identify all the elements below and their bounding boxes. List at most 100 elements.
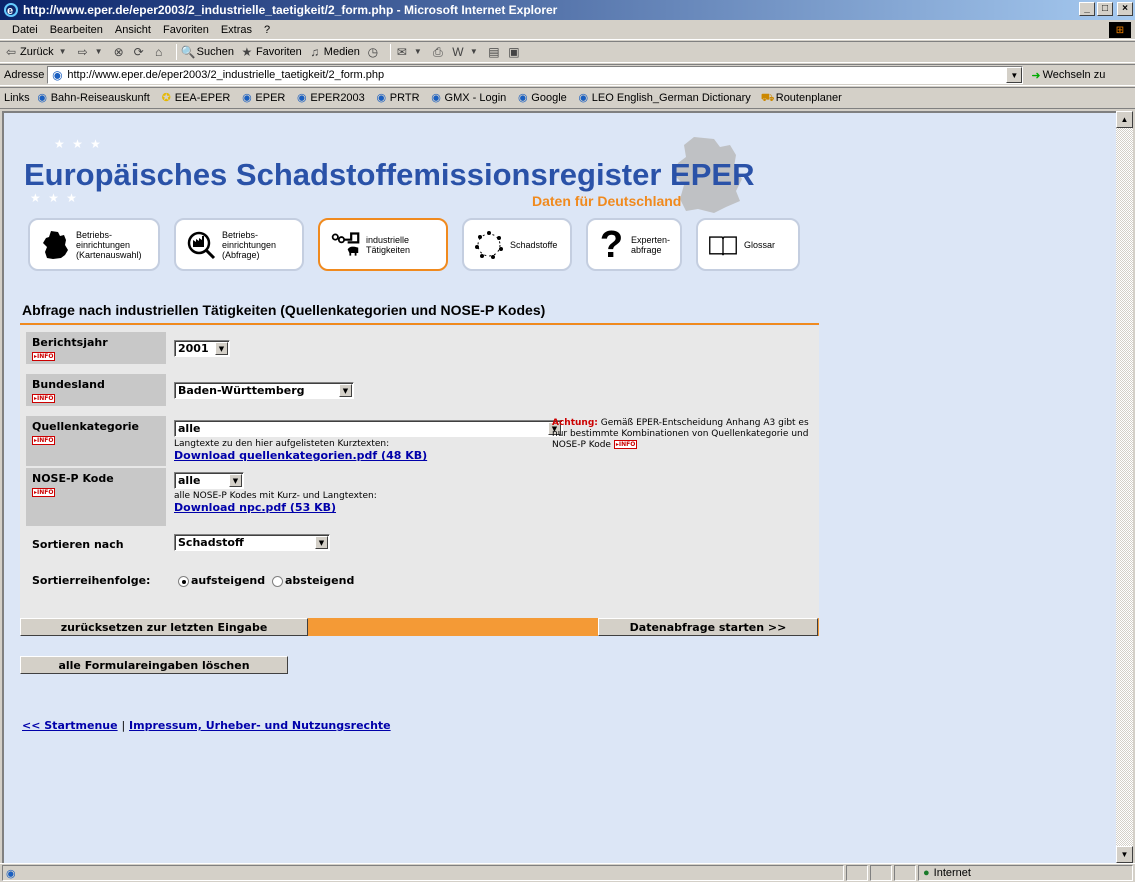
year-select[interactable]: 2001 ▼ <box>174 340 230 357</box>
download-npc-pdf-link[interactable]: Download npc.pdf (53 KB) <box>174 501 336 514</box>
word-button[interactable]: W ▼ <box>451 45 481 59</box>
vertical-scrollbar[interactable]: ▲ ▼ <box>1116 111 1133 863</box>
imprint-link[interactable]: Impressum, Urheber- und Nutzungsrechte <box>129 719 391 732</box>
nose-code-select[interactable]: alle ▼ <box>174 472 244 489</box>
order-descending-radio[interactable] <box>271 575 283 587</box>
sort-select[interactable]: Schadstoff ▼ <box>174 534 330 551</box>
search-button[interactable]: 🔍 Suchen <box>181 45 234 59</box>
maximize-button[interactable]: □ <box>1097 2 1113 16</box>
address-label: Adresse <box>4 69 45 81</box>
combination-warning: Achtung: Gemäß EPER-Entscheidung Anhang … <box>552 418 809 450</box>
go-arrow-icon: ➜ <box>1031 69 1041 82</box>
scroll-down-button[interactable]: ▼ <box>1116 846 1133 863</box>
start-menu-link[interactable]: << Startmenue <box>22 719 118 732</box>
question-mark-icon: ? <box>599 223 624 266</box>
stop-icon: ⊗ <box>113 45 124 59</box>
address-dropdown-button[interactable]: ▼ <box>1006 67 1023 83</box>
link-prtr[interactable]: ◉ PRTR <box>375 92 419 105</box>
query-form: Berichtsjahr ▸INFO 2001 ▼ Bundesland ▸INF… <box>20 326 819 618</box>
close-button[interactable]: × <box>1117 2 1133 16</box>
links-label: Links <box>4 92 30 104</box>
dropdown-arrow-icon: ▼ <box>469 47 478 56</box>
status-bar: ◉ ● Internet <box>0 863 1135 882</box>
menu-favorites[interactable]: Favoriten <box>157 24 215 36</box>
page-icon: ◉ <box>52 68 63 82</box>
svg-text:e: e <box>7 5 13 17</box>
menu-edit[interactable]: Bearbeiten <box>44 24 109 36</box>
link-leo[interactable]: ◉ LEO English_German Dictionary <box>577 91 750 105</box>
info-badge[interactable]: ▸INFO <box>32 393 56 403</box>
media-button[interactable]: ♫ Medien <box>308 45 360 59</box>
clear-all-button[interactable]: alle Formulareingaben löschen <box>20 656 288 674</box>
nose-label-cell: NOSE-P Kode ▸INFO <box>26 468 166 526</box>
search-icon: 🔍 <box>180 45 196 59</box>
link-bahn[interactable]: ◉ Bahn-Reiseauskunft <box>36 91 149 105</box>
forward-arrow-icon: ⇨ <box>77 45 88 59</box>
mail-button[interactable]: ✉ ▼ <box>395 45 425 59</box>
nose-hint: alle NOSE-P Kodes mit Kurz- und Langtext… <box>174 491 377 501</box>
favorites-button[interactable]: ★ Favoriten <box>240 45 302 59</box>
ie-page-icon: ◉ <box>242 91 252 104</box>
nav-facilities-map[interactable]: Betriebs-einrichtungen (Kartenauswahl) <box>28 218 160 271</box>
print-button[interactable]: ⎙ <box>431 45 445 59</box>
menu-tools[interactable]: Extras <box>215 24 258 36</box>
history-button[interactable]: ◷ <box>366 45 380 59</box>
source-label-cell: Quellenkategorie ▸INFO <box>26 416 166 466</box>
dropdown-arrow-icon: ▼ <box>315 536 328 549</box>
info-badge[interactable]: ▸INFO <box>32 487 56 497</box>
nav-pollutants[interactable]: Schadstoffe <box>462 218 572 271</box>
nav-facilities-query[interactable]: Betriebs-einrichtungen (Abfrage) <box>174 218 304 271</box>
menu-file[interactable]: Datei <box>6 24 44 36</box>
back-button[interactable]: ⇦ Zurück ▼ <box>4 45 70 59</box>
menu-view[interactable]: Ansicht <box>109 24 157 36</box>
nav-glossary[interactable]: Glossar <box>696 218 800 271</box>
footer-links: << Startmenue | Impressum, Urheber- und … <box>22 719 391 732</box>
scroll-up-button[interactable]: ▲ <box>1116 111 1133 128</box>
address-input[interactable]: ◉ http://www.eper.de/eper2003/2_industri… <box>47 66 1024 84</box>
menu-bar: Datei Bearbeiten Ansicht Favoriten Extra… <box>0 20 1135 40</box>
nav-industrial-activities[interactable]: industrielle Tätigkeiten <box>318 218 448 271</box>
home-button[interactable]: ⌂ <box>152 45 166 59</box>
menu-help[interactable]: ? <box>258 24 276 36</box>
ie-page-icon: ◉ <box>578 91 589 104</box>
discuss-button[interactable]: ▤ <box>487 45 501 59</box>
nav-expert-query[interactable]: ? Experten-abfrage <box>586 218 682 271</box>
address-url: http://www.eper.de/eper2003/2_industriel… <box>67 69 385 81</box>
window-title: http://www.eper.de/eper2003/2_industriel… <box>23 3 558 17</box>
industry-animal-icon <box>330 230 360 260</box>
favorites-icon: ★ <box>241 45 253 59</box>
state-select[interactable]: Baden-Württemberg ▼ <box>174 382 354 399</box>
link-gmx[interactable]: ◉ GMX - Login <box>430 91 506 105</box>
minimize-button[interactable]: _ <box>1079 2 1095 16</box>
year-label-cell: Berichtsjahr ▸INFO <box>26 332 166 364</box>
route-icon: ⛟ <box>760 91 775 104</box>
link-routenplaner[interactable]: ⛟ Routenplaner <box>761 92 842 105</box>
title-divider <box>20 323 819 325</box>
forward-button[interactable]: ⇨ ▼ <box>76 45 106 59</box>
site-subtitle: Daten für Deutschland <box>532 193 682 209</box>
reset-last-input-button[interactable]: zurücksetzen zur letzten Eingabe <box>20 618 308 636</box>
security-zone: ● Internet <box>918 865 1133 881</box>
stop-button[interactable]: ⊗ <box>112 45 126 59</box>
link-eea-eper[interactable]: ✪ EEA-EPER <box>160 92 231 105</box>
media-icon: ♫ <box>310 45 320 59</box>
link-eper[interactable]: ◉ EPER <box>240 92 285 105</box>
link-eper2003[interactable]: ◉ EPER2003 <box>295 92 365 105</box>
ie-page-icon: ◉ <box>37 91 47 104</box>
source-category-select[interactable]: alle ▼ <box>174 420 563 437</box>
start-query-button[interactable]: Datenabfrage starten >> <box>598 618 818 636</box>
info-badge[interactable]: ▸INFO <box>32 351 56 361</box>
info-badge[interactable]: ▸INFO <box>32 435 56 445</box>
main-navigation: Betriebs-einrichtungen (Kartenauswahl) Be… <box>28 218 800 271</box>
molecule-icon <box>474 230 504 260</box>
ie-page-icon: ◉ <box>431 91 441 104</box>
download-source-pdf-link[interactable]: Download quellenkategorien.pdf (48 KB) <box>174 449 427 462</box>
state-label-cell: Bundesland ▸INFO <box>26 374 166 406</box>
ie-page-icon: ◉ <box>6 867 16 880</box>
link-google[interactable]: ◉ Google <box>516 92 567 105</box>
refresh-button[interactable]: ⟳ <box>132 45 146 59</box>
order-ascending-radio[interactable] <box>178 575 189 587</box>
go-button[interactable]: ➜ Wechseln zu <box>1031 69 1105 82</box>
info-badge[interactable]: ▸INFO <box>613 440 638 449</box>
messenger-button[interactable]: ▣ <box>507 45 521 59</box>
